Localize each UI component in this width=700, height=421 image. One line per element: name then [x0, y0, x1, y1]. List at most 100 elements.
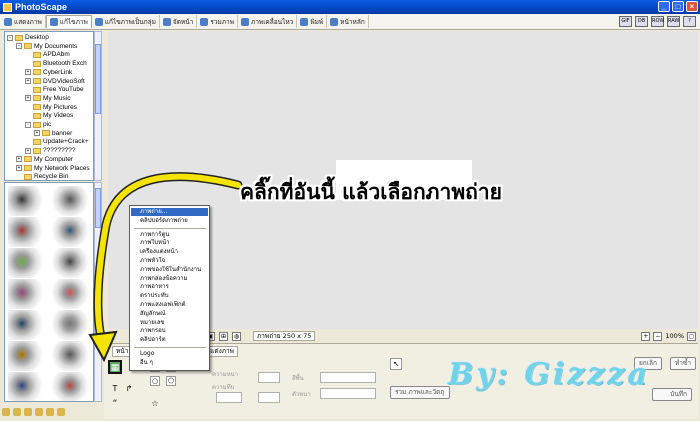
menu-item[interactable]: ภาพการ์ตูน: [131, 231, 208, 239]
thumbnail[interactable]: [8, 310, 48, 340]
thumbnail[interactable]: [52, 341, 92, 371]
polygon-tool-icon[interactable]: ⬠: [166, 376, 176, 386]
tree-item[interactable]: + CyberLink: [25, 68, 72, 77]
insert-image-button[interactable]: ▦: [108, 360, 122, 374]
thumbnail[interactable]: [8, 279, 48, 309]
expand-icon[interactable]: -: [25, 121, 31, 128]
thumbnail[interactable]: [8, 217, 48, 247]
tab-viewer[interactable]: แสดงภาพ: [1, 15, 46, 28]
tree-item[interactable]: + My Music: [25, 94, 70, 103]
expand-icon[interactable]: +: [25, 147, 31, 154]
tree-scrollbar[interactable]: [94, 31, 102, 181]
thumbnail[interactable]: [8, 248, 48, 278]
opacity-field[interactable]: [216, 392, 242, 403]
tree-item[interactable]: Free YouTube: [25, 85, 84, 94]
thumbnail[interactable]: [8, 186, 48, 216]
pin-tool-icon[interactable]: ↱: [122, 383, 136, 397]
thumbnail[interactable]: [52, 186, 92, 216]
forward-icon[interactable]: [46, 408, 54, 416]
menu-item[interactable]: ภาพถ่าย...: [131, 208, 208, 217]
tree-item[interactable]: APDAbm: [25, 50, 70, 59]
menu-item[interactable]: ภาพหัวใจ: [131, 257, 208, 265]
merge-objects-button[interactable]: รวม ภาพและวัตถุ: [390, 386, 450, 399]
menu-item[interactable]: ภาพอาหาร: [131, 283, 208, 291]
tab-editor[interactable]: แก้ไขภาพ: [45, 15, 92, 28]
thickness-field[interactable]: [258, 372, 280, 383]
circle-tool-icon[interactable]: ○: [150, 376, 160, 386]
tree-item[interactable]: + My Computer: [16, 155, 73, 164]
text-tool-icon[interactable]: T: [108, 383, 122, 397]
menu-item[interactable]: ภาพแสงเอฟเฟ็กต์: [131, 301, 208, 309]
thumbnail[interactable]: [52, 310, 92, 340]
menu-item[interactable]: คลิปอาร์ต: [131, 336, 208, 344]
zoom-fit-icon[interactable]: ◻: [687, 331, 696, 341]
raw-tool-icon[interactable]: RAW: [667, 16, 680, 27]
tree-item[interactable]: - Desktop: [7, 33, 49, 42]
folder-tree[interactable]: - Desktop - My Documents APDAbm Bluetooth Exc…: [4, 31, 94, 181]
info-icon[interactable]: ◍: [232, 331, 241, 341]
maximize-button[interactable]: □: [672, 1, 684, 12]
zoom-out-icon[interactable]: −: [653, 331, 663, 341]
tree-item[interactable]: Recycle Bin: [16, 172, 68, 180]
tab-page[interactable]: จัดหน้า: [160, 15, 198, 28]
tree-item[interactable]: - My Documents: [16, 42, 77, 51]
gif-tool-icon[interactable]: GIF: [619, 16, 632, 27]
thumbnail-pane[interactable]: [4, 182, 94, 402]
tab-home[interactable]: หน้าหลัก: [327, 15, 369, 28]
expand-icon[interactable]: +: [25, 95, 31, 102]
menu-item[interactable]: คลิปบอร์ดภาพถ่าย: [131, 217, 208, 225]
help-icon[interactable]: ?: [683, 16, 696, 27]
expand-icon[interactable]: +: [25, 78, 31, 84]
redo-button[interactable]: ทำซ้ำ: [670, 357, 696, 370]
row-tool-icon[interactable]: ROW: [651, 16, 664, 27]
star-icon[interactable]: [2, 408, 10, 416]
thumbnail[interactable]: [52, 279, 92, 309]
thumb-scroll-thumb[interactable]: [95, 188, 101, 228]
expand-icon[interactable]: +: [34, 130, 40, 137]
slider-icon[interactable]: [57, 408, 65, 416]
tree-item[interactable]: My Videos: [25, 111, 73, 120]
menu-item[interactable]: เครื่องแต่งหน้า: [131, 248, 208, 256]
menu-item[interactable]: อื่น ๆ: [131, 359, 208, 367]
tab-print[interactable]: พิมพ์: [297, 15, 328, 28]
tree-item[interactable]: - pic: [25, 120, 51, 129]
select-tool-icon[interactable]: ↖: [390, 358, 402, 370]
color-dropdown[interactable]: [320, 372, 376, 383]
thumbnail[interactable]: [8, 341, 48, 371]
tab-animated-gif[interactable]: ภาพเคลื่อนไหว: [238, 15, 298, 28]
menu-item[interactable]: สัญลักษณ์: [131, 310, 208, 318]
thumbnail[interactable]: [52, 372, 92, 401]
expand-icon[interactable]: -: [7, 34, 13, 41]
thumb-scrollbar[interactable]: [94, 182, 102, 402]
thumbnail[interactable]: [52, 248, 92, 278]
tree-item[interactable]: Update+Crack+: [25, 137, 89, 146]
tools-icon[interactable]: [13, 408, 21, 416]
thumbnail[interactable]: [8, 372, 48, 401]
tree-item[interactable]: +?????????: [25, 146, 76, 155]
expand-icon[interactable]: +: [16, 156, 22, 163]
tree-item[interactable]: My Pictures: [25, 103, 77, 112]
menu-item[interactable]: ภาพกรอบ: [131, 327, 208, 335]
opacity-value-field[interactable]: [258, 392, 280, 403]
tree-item[interactable]: + My Network Places: [16, 164, 90, 173]
quote-tool-icon[interactable]: “: [108, 398, 122, 412]
expand-icon[interactable]: +: [16, 165, 22, 171]
menu-item[interactable]: ภาพของใช้ในสำนักงาน: [131, 266, 208, 274]
thumbnail[interactable]: [52, 217, 92, 247]
menu-item[interactable]: ภาพกล่องข้อความ: [131, 275, 208, 283]
tree-scroll-thumb[interactable]: [95, 44, 101, 114]
close-button[interactable]: ×: [686, 1, 698, 12]
menu-item[interactable]: ตราประทับ: [131, 292, 208, 300]
back-icon[interactable]: [35, 408, 43, 416]
fit-icon[interactable]: ⊞: [219, 331, 228, 341]
expand-icon[interactable]: -: [16, 43, 22, 50]
star-tool-icon[interactable]: ☆: [150, 400, 160, 410]
style-dropdown[interactable]: [320, 388, 376, 399]
expand-icon[interactable]: +: [25, 69, 31, 76]
folder-icon[interactable]: [24, 408, 32, 416]
save-button[interactable]: บันทึก: [652, 388, 692, 401]
menu-item[interactable]: ภาพใบหน้า: [131, 239, 208, 247]
db-tool-icon[interactable]: DB: [635, 16, 648, 27]
zoom-in-icon[interactable]: +: [641, 331, 651, 341]
tree-item[interactable]: Bluetooth Exch: [25, 59, 87, 68]
